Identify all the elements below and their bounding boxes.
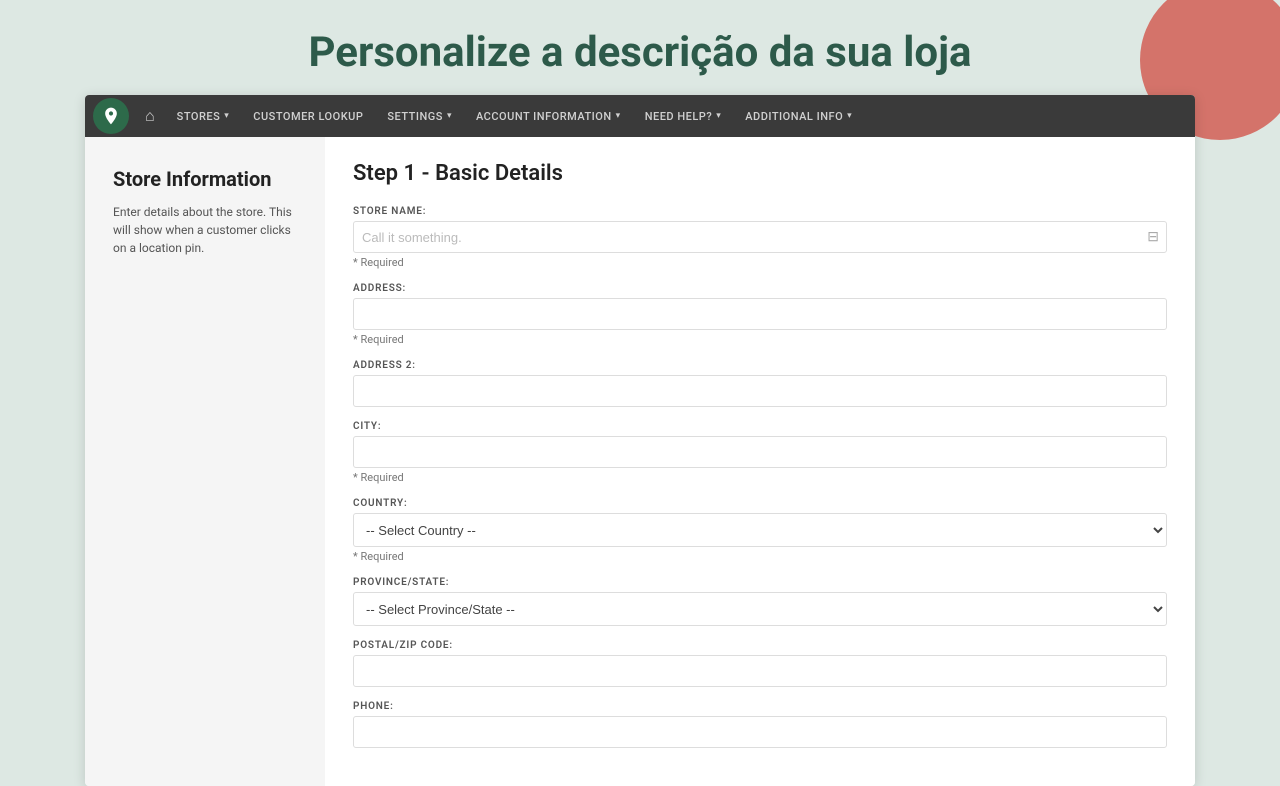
- store-name-input[interactable]: [353, 221, 1167, 253]
- phone-group: Phone:: [353, 701, 1167, 748]
- page-title-container: Personalize a descrição da sua loja: [0, 0, 1280, 95]
- nav-customer-lookup[interactable]: Customer Lookup: [241, 95, 375, 137]
- city-input[interactable]: [353, 436, 1167, 468]
- city-required: * Required: [353, 471, 1167, 484]
- store-name-label: Store Name:: [353, 206, 1167, 217]
- nav-additional-info[interactable]: Additional Info ▾: [733, 95, 864, 137]
- logo[interactable]: [93, 98, 129, 134]
- nav-settings[interactable]: Settings ▾: [375, 95, 464, 137]
- form-step-title: Step 1 - Basic Details: [353, 161, 1167, 186]
- account-chevron: ▾: [616, 111, 621, 121]
- navbar: ⌂ Stores ▾ Customer Lookup Settings ▾ Ac…: [85, 95, 1195, 137]
- country-select[interactable]: -- Select Country --: [353, 513, 1167, 547]
- sidebar-title: Store Information: [113, 167, 297, 191]
- address2-group: Address 2:: [353, 360, 1167, 407]
- address-group: Address: * Required: [353, 283, 1167, 346]
- sidebar-description: Enter details about the store. This will…: [113, 203, 297, 257]
- additional-chevron: ▾: [847, 111, 852, 121]
- address2-input[interactable]: [353, 375, 1167, 407]
- postal-label: Postal/Zip Code:: [353, 640, 1167, 651]
- province-group: Province/State: -- Select Province/State…: [353, 577, 1167, 626]
- store-name-icon: ⊟: [1147, 229, 1159, 245]
- store-name-required: * Required: [353, 256, 1167, 269]
- settings-chevron: ▾: [447, 111, 452, 121]
- city-group: City: * Required: [353, 421, 1167, 484]
- page-title: Personalize a descrição da sua loja: [0, 28, 1280, 77]
- address2-label: Address 2:: [353, 360, 1167, 371]
- province-select[interactable]: -- Select Province/State --: [353, 592, 1167, 626]
- app-window: ⌂ Stores ▾ Customer Lookup Settings ▾ Ac…: [85, 95, 1195, 786]
- content-area: Store Information Enter details about th…: [85, 137, 1195, 786]
- phone-input[interactable]: [353, 716, 1167, 748]
- phone-label: Phone:: [353, 701, 1167, 712]
- navbar-items: Stores ▾ Customer Lookup Settings ▾ Acco…: [165, 95, 865, 137]
- nav-stores[interactable]: Stores ▾: [165, 95, 242, 137]
- form-area: Step 1 - Basic Details Store Name: ⊟ * R…: [325, 137, 1195, 786]
- address-input[interactable]: [353, 298, 1167, 330]
- postal-group: Postal/Zip Code:: [353, 640, 1167, 687]
- postal-input[interactable]: [353, 655, 1167, 687]
- province-label: Province/State:: [353, 577, 1167, 588]
- address-label: Address:: [353, 283, 1167, 294]
- help-chevron: ▾: [716, 111, 721, 121]
- country-label: Country:: [353, 498, 1167, 509]
- country-required: * Required: [353, 550, 1167, 563]
- country-group: Country: -- Select Country -- * Required: [353, 498, 1167, 563]
- stores-chevron: ▾: [224, 111, 229, 121]
- nav-account-information[interactable]: Account Information ▾: [464, 95, 633, 137]
- store-name-wrapper: ⊟: [353, 221, 1167, 253]
- main-wrapper: ⌂ Stores ▾ Customer Lookup Settings ▾ Ac…: [0, 95, 1280, 786]
- home-icon[interactable]: ⌂: [135, 106, 165, 126]
- sidebar: Store Information Enter details about th…: [85, 137, 325, 786]
- city-label: City:: [353, 421, 1167, 432]
- address-required: * Required: [353, 333, 1167, 346]
- store-name-group: Store Name: ⊟ * Required: [353, 206, 1167, 269]
- nav-need-help[interactable]: Need Help? ▾: [633, 95, 734, 137]
